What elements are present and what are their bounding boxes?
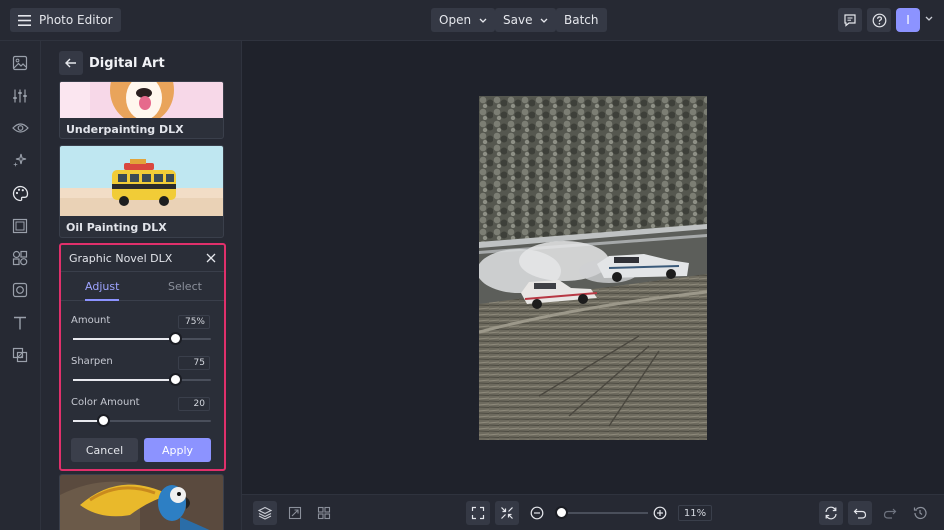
help-button[interactable]: [867, 8, 891, 32]
tool-rail: [0, 41, 41, 530]
panel-title: Digital Art: [89, 55, 165, 71]
tab-adjust[interactable]: Adjust: [85, 279, 120, 301]
bottom-toolbar: 11%: [242, 494, 944, 530]
parrot-thumbnail: [60, 475, 223, 530]
apply-button[interactable]: Apply: [144, 438, 211, 462]
color-amount-value[interactable]: 20: [178, 397, 210, 411]
chevron-down-icon[interactable]: [925, 16, 933, 21]
sharpen-slider-handle[interactable]: [169, 373, 183, 386]
grid-button[interactable]: [312, 501, 336, 525]
refresh-button[interactable]: [819, 501, 843, 525]
batch-label: Batch: [564, 13, 599, 27]
arrow-left-icon: [65, 58, 77, 68]
zoom-out-button[interactable]: [525, 501, 549, 525]
history-icon: [913, 506, 927, 520]
color-amount-slider[interactable]: [73, 414, 211, 427]
zoom-in-icon: [653, 506, 667, 520]
sharpen-slider-fill: [73, 379, 176, 381]
help-icon: [872, 13, 887, 28]
amount-slider-fill: [73, 338, 176, 340]
zoom-in-button[interactable]: [648, 501, 672, 525]
amount-slider[interactable]: [73, 332, 211, 345]
zoom-slider-handle[interactable]: [554, 506, 568, 519]
amount-slider-handle[interactable]: [169, 332, 183, 345]
back-button[interactable]: [59, 51, 83, 75]
effects-panel: Digital Art Underpainting DLX Oil Painti…: [41, 41, 242, 530]
frame-icon[interactable]: [10, 216, 30, 236]
effect-card-oil-painting[interactable]: Oil Painting DLX: [59, 145, 224, 238]
user-avatar[interactable]: I: [896, 8, 920, 32]
chevron-down-icon: [540, 18, 548, 23]
history-button[interactable]: [908, 501, 932, 525]
sparkle-icon[interactable]: [10, 150, 30, 170]
chevron-down-icon: [479, 18, 487, 23]
effect-tabs: Adjust Select: [61, 279, 224, 301]
menu-icon: [18, 14, 31, 26]
refresh-icon: [824, 506, 838, 520]
avatar-initial: I: [906, 13, 910, 27]
tab-select[interactable]: Select: [168, 279, 202, 301]
feedback-button[interactable]: [838, 8, 862, 32]
texture-icon[interactable]: [10, 280, 30, 300]
fit-to-screen-button[interactable]: [466, 501, 490, 525]
canvas-area: [242, 41, 944, 494]
undo-button[interactable]: [848, 501, 872, 525]
undo-icon: [853, 506, 867, 520]
sliders-icon[interactable]: [10, 86, 30, 106]
resize-button[interactable]: [283, 501, 307, 525]
effect-card-underpainting[interactable]: Underpainting DLX: [59, 81, 224, 139]
sharpen-label: Sharpen: [71, 356, 113, 367]
effect-card-parrot[interactable]: [59, 474, 224, 530]
eye-icon[interactable]: [10, 118, 30, 138]
layers-icon: [258, 506, 272, 520]
effect-settings-header: Graphic Novel DLX: [61, 245, 224, 272]
amount-value[interactable]: 75%: [178, 315, 210, 329]
save-label: Save: [503, 13, 533, 27]
color-amount-slider-handle[interactable]: [97, 414, 111, 427]
shapes-icon[interactable]: [10, 248, 30, 268]
resize-icon: [288, 506, 302, 520]
image-icon[interactable]: [10, 53, 30, 73]
layers-button[interactable]: [253, 501, 277, 525]
fit-icon: [471, 506, 485, 520]
redo-button[interactable]: [878, 501, 902, 525]
zoom-level[interactable]: 11%: [678, 505, 712, 521]
amount-label: Amount: [71, 315, 111, 326]
open-label: Open: [439, 13, 472, 27]
top-bar: Photo Editor Open Save Batch I: [0, 0, 944, 41]
effect-settings-panel: Graphic Novel DLX Adjust Select Amount 7…: [59, 243, 226, 471]
close-icon[interactable]: [206, 253, 216, 263]
underpainting-thumbnail: [60, 82, 223, 118]
zoom-slider[interactable]: [554, 506, 648, 519]
open-button[interactable]: Open: [431, 8, 496, 32]
text-icon[interactable]: [10, 313, 30, 333]
app-title: Photo Editor: [39, 13, 113, 27]
oil-painting-thumbnail: [60, 146, 223, 216]
color-amount-label: Color Amount: [71, 397, 140, 408]
zoom-out-icon: [530, 506, 544, 520]
sharpen-slider[interactable]: [73, 373, 211, 386]
sharpen-value[interactable]: 75: [178, 356, 210, 370]
effect-card-label: Oil Painting DLX: [66, 221, 167, 234]
save-button[interactable]: Save: [495, 8, 557, 32]
app-menu-button[interactable]: Photo Editor: [10, 8, 121, 32]
overlay-icon[interactable]: [10, 345, 30, 365]
photo-preview[interactable]: [479, 96, 707, 440]
chat-icon: [843, 13, 857, 27]
batch-button[interactable]: Batch: [556, 8, 607, 32]
effect-settings-title: Graphic Novel DLX: [69, 251, 173, 265]
grid-icon: [317, 506, 331, 520]
panel-header: Digital Art: [59, 51, 165, 75]
palette-icon[interactable]: [10, 183, 30, 203]
redo-icon: [883, 506, 897, 520]
actual-size-button[interactable]: [495, 501, 519, 525]
cancel-button[interactable]: Cancel: [71, 438, 138, 462]
actual-size-icon: [500, 506, 514, 520]
effect-card-label: Underpainting DLX: [66, 123, 184, 136]
